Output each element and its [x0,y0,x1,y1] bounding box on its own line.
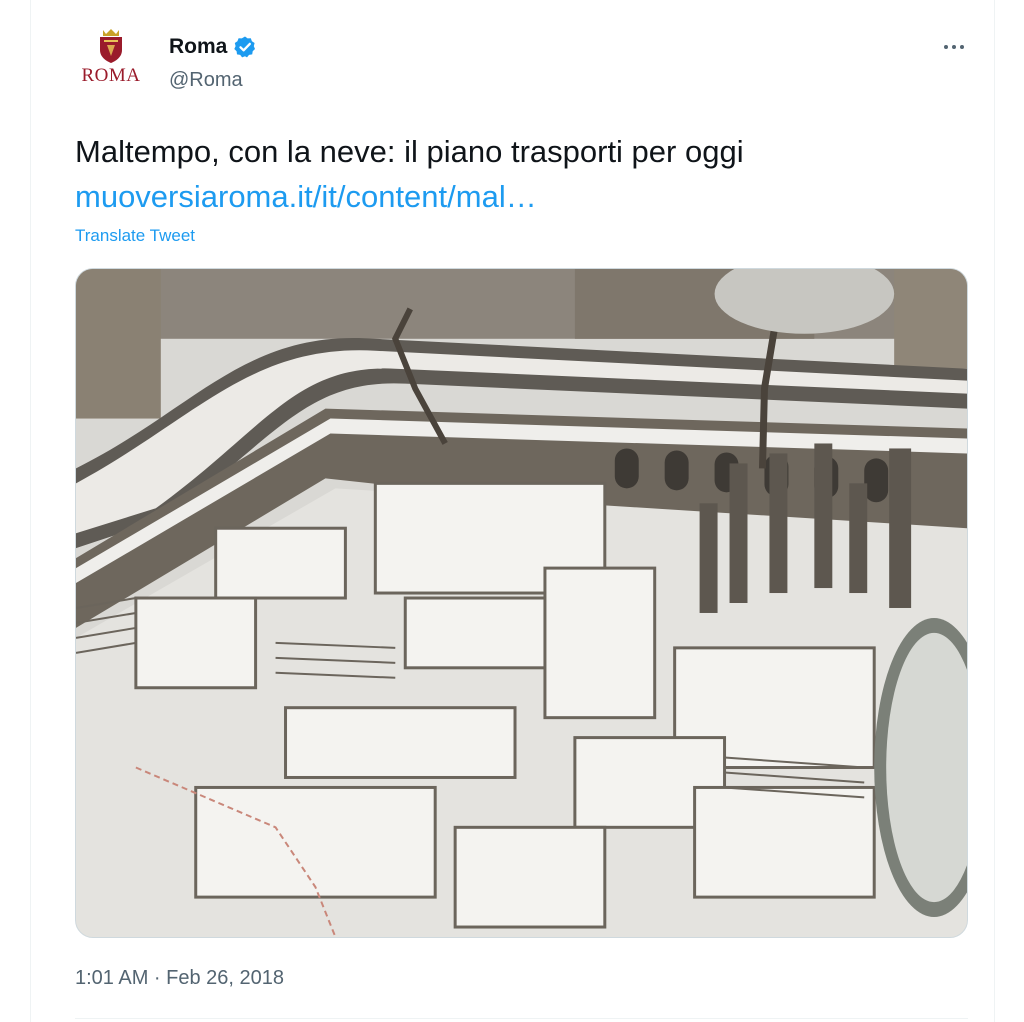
verified-badge-icon [234,36,256,58]
divider [75,1018,968,1019]
more-dot [952,45,956,49]
author-name-text[interactable]: Roma [169,34,227,60]
translate-tweet-link[interactable]: Translate Tweet [75,224,195,248]
author-handle[interactable]: @Roma [169,67,243,93]
more-dot [960,45,964,49]
tweet-timestamp[interactable]: 1:01 AM · Feb 26, 2018 [75,965,284,991]
tweet-card: ROMA Roma @Roma Maltempo, con la neve: i… [30,0,995,1022]
snowy-forum-photo [76,269,967,937]
tweet-text: Maltempo, con la neve: il piano trasport… [75,134,744,169]
roma-crest-icon [100,29,122,63]
avatar[interactable]: ROMA [79,28,143,92]
more-dots-icon[interactable] [936,34,972,60]
more-dot [944,45,948,49]
tweet-photo[interactable] [75,268,968,938]
tweet-link[interactable]: muoversiaroma.it/it/content/mal… [75,175,537,219]
author-name[interactable]: Roma [169,34,257,60]
avatar-label: ROMA [81,65,141,86]
